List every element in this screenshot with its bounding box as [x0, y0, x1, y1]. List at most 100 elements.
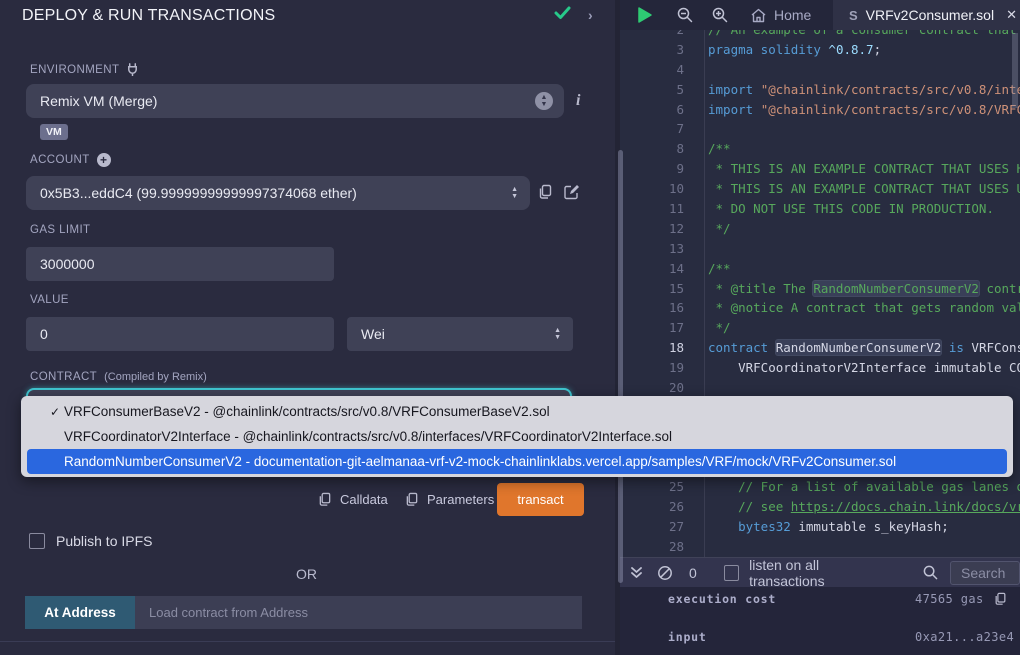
- publish-ipfs-checkbox[interactable]: [29, 533, 45, 549]
- code-line: 27 bytes32 immutable s_keyHash;: [620, 517, 1020, 537]
- calldata-label[interactable]: Calldata: [340, 492, 388, 507]
- unit-select-arrows-icon: ▲▼: [554, 328, 561, 340]
- account-select[interactable]: 0x5B3...eddC4 (99.99999999999997374068 e…: [26, 176, 530, 210]
- tab-home-label: Home: [774, 7, 811, 23]
- line-number: 7: [620, 119, 684, 139]
- code-line: 26 // see https://docs.chain.link/docs/v…: [620, 497, 1020, 517]
- line-number: 20: [620, 378, 684, 398]
- terminal-output: execution cost47565 gas input0xa21...a23e…: [620, 587, 1020, 655]
- edit-account-icon[interactable]: [564, 184, 580, 200]
- editor-tabbar: Home S VRFv2Consumer.sol ✕: [620, 0, 1020, 30]
- code-line: 16 * @notice A contract that gets random…: [620, 298, 1020, 318]
- panel-collapse-chevron-icon[interactable]: ›: [588, 7, 593, 23]
- contract-dropdown-list: ✓VRFConsumerBaseV2 - @chainlink/contract…: [21, 396, 1013, 477]
- copy-calldata-icon[interactable]: [318, 492, 332, 507]
- line-number: 17: [620, 318, 684, 338]
- value-unit: Wei: [361, 326, 385, 342]
- tab-home[interactable]: Home: [750, 7, 811, 23]
- contract-option[interactable]: ✓VRFConsumerBaseV2 - @chainlink/contract…: [21, 399, 1013, 424]
- line-number: 11: [620, 199, 684, 219]
- line-number: 27: [620, 517, 684, 537]
- environment-select-arrows-icon: ▲▼: [535, 92, 553, 110]
- vm-badge: VM: [40, 124, 68, 140]
- code-line: 19 VRFCoordinatorV2Interface immutable C…: [620, 358, 1020, 378]
- tab-active-file[interactable]: S VRFv2Consumer.sol ✕: [833, 0, 1020, 30]
- gas-limit-input[interactable]: [26, 247, 334, 281]
- code-line: 7: [620, 119, 1020, 139]
- line-number: 13: [620, 239, 684, 259]
- contract-option-label: VRFCoordinatorV2Interface - @chainlink/c…: [64, 429, 672, 444]
- code-line: 28: [620, 537, 1020, 557]
- code-line: 9 * THIS IS AN EXAMPLE CONTRACT THAT USE…: [620, 159, 1020, 179]
- expand-terminal-icon[interactable]: [630, 566, 643, 580]
- code-area[interactable]: 2// An example of a consumer contract th…: [620, 30, 1020, 557]
- run-script-icon[interactable]: [637, 6, 653, 24]
- account-label: ACCOUNT +: [30, 153, 111, 167]
- copy-value-icon[interactable]: [994, 592, 1007, 606]
- line-number: 16: [620, 298, 684, 318]
- line-number: 5: [620, 80, 684, 100]
- terminal-row-key: execution cost: [668, 592, 776, 606]
- line-number: 3: [620, 40, 684, 60]
- code-line: 3pragma solidity ^0.8.7;: [620, 40, 1020, 60]
- left-panel-scrollbar[interactable]: [618, 150, 623, 583]
- line-number: 8: [620, 139, 684, 159]
- clear-console-icon[interactable]: [657, 565, 673, 581]
- account-value: 0x5B3...eddC4 (99.99999999999997374068 e…: [40, 185, 357, 201]
- or-separator: OR: [296, 566, 317, 582]
- search-icon: [923, 565, 938, 580]
- environment-info-icon[interactable]: i: [576, 92, 580, 110]
- tab-active-label: VRFv2Consumer.sol: [866, 7, 994, 23]
- publish-ipfs-label: Publish to IPFS: [56, 533, 153, 549]
- panel-title: DEPLOY & RUN TRANSACTIONS: [22, 7, 275, 25]
- panel-divider: [0, 641, 620, 642]
- plug-icon: [126, 63, 139, 76]
- code-line: 15 * @title The RandomNumberConsumerV2 c…: [620, 279, 1020, 299]
- value-unit-select[interactable]: Wei ▲▼: [347, 317, 573, 351]
- line-number: 19: [620, 358, 684, 378]
- parameters-label[interactable]: Parameters: [427, 492, 494, 507]
- line-number: 12: [620, 219, 684, 239]
- copy-parameters-icon[interactable]: [405, 492, 419, 507]
- contract-option[interactable]: VRFCoordinatorV2Interface - @chainlink/c…: [21, 424, 1013, 449]
- code-line: 12 */: [620, 219, 1020, 239]
- value-input[interactable]: [26, 317, 334, 351]
- zoom-out-icon[interactable]: [677, 7, 693, 23]
- at-address-button[interactable]: At Address: [25, 596, 135, 629]
- terminal-row-value: 0xa21...a23e4: [915, 630, 1014, 644]
- code-line: 13: [620, 239, 1020, 259]
- selected-check-icon: ✓: [50, 405, 64, 419]
- environment-select[interactable]: Remix VM (Merge) ▲▼: [26, 84, 564, 118]
- contract-note: (Compiled by Remix): [104, 371, 207, 383]
- at-address-input[interactable]: [135, 596, 582, 629]
- terminal-search-input[interactable]: [950, 561, 1020, 585]
- add-account-icon[interactable]: +: [97, 153, 111, 167]
- contract-label: CONTRACT (Compiled by Remix): [30, 371, 207, 383]
- listen-all-transactions-checkbox[interactable]: [724, 565, 739, 581]
- copy-account-icon[interactable]: [538, 184, 553, 200]
- line-number: 25: [620, 477, 684, 497]
- contract-option-label: VRFConsumerBaseV2 - @chainlink/contracts…: [64, 404, 550, 419]
- terminal-row: execution cost47565 gas: [620, 592, 1020, 610]
- value-label: VALUE: [30, 294, 69, 306]
- listen-all-transactions-label: listen on all transactions: [749, 557, 891, 589]
- terminal-row: input0xa21...a23e4: [620, 630, 1020, 648]
- editor-scrollbar[interactable]: [1012, 33, 1018, 108]
- code-line: 11 * DO NOT USE THIS CODE IN PRODUCTION.: [620, 199, 1020, 219]
- line-number: 2: [620, 30, 684, 40]
- close-tab-icon[interactable]: ✕: [1006, 7, 1017, 23]
- zoom-in-icon[interactable]: [712, 7, 728, 23]
- line-number: 10: [620, 179, 684, 199]
- code-line: 14/**: [620, 259, 1020, 279]
- line-number: 18: [620, 338, 684, 358]
- code-line: 6import "@chainlink/contracts/src/v0.8/V…: [620, 100, 1020, 120]
- line-number: 4: [620, 60, 684, 80]
- terminal-toolbar: 0 listen on all transactions: [620, 557, 1020, 587]
- code-line: 25 // For a list of available gas lanes …: [620, 477, 1020, 497]
- contract-option[interactable]: RandomNumberConsumerV2 - documentation-g…: [27, 449, 1007, 474]
- line-number: 26: [620, 497, 684, 517]
- transact-button[interactable]: transact: [497, 483, 584, 516]
- line-number: 15: [620, 279, 684, 299]
- remix-ide-screen: DEPLOY & RUN TRANSACTIONS › ENVIRONMENT …: [0, 0, 1020, 655]
- compile-success-check-icon: [554, 6, 571, 20]
